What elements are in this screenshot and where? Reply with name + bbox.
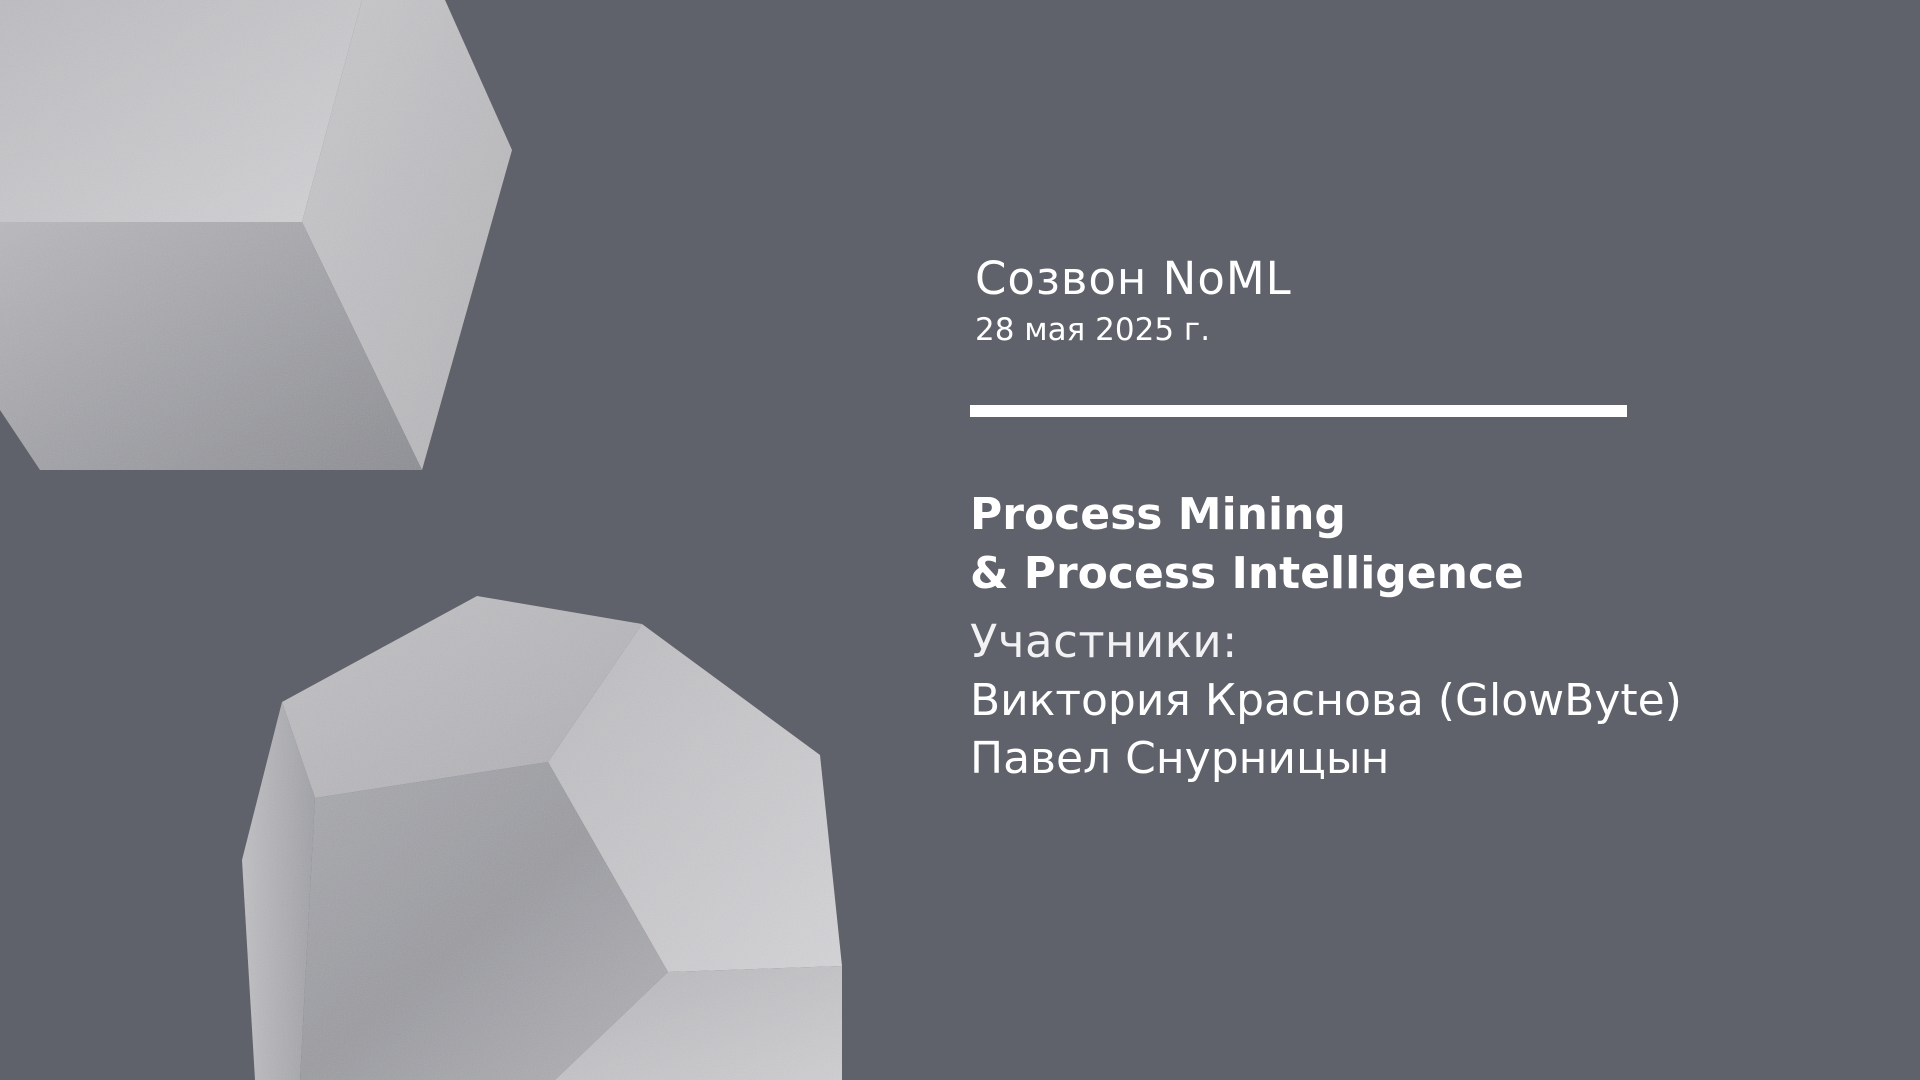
talk-title: Process Mining & Process Intelligence: [970, 485, 1524, 603]
decorative-shapes: [0, 0, 842, 1080]
dodecahedron-shape: [242, 596, 842, 1080]
participants-list: Виктория Краснова (GlowByte) Павел Снурн…: [970, 672, 1682, 788]
talk-title-line: & Process Intelligence: [970, 548, 1524, 599]
event-date: 28 мая 2025 г.: [975, 312, 1211, 348]
cube-shape: [0, 0, 512, 470]
slide: Созвон NoML 28 мая 2025 г. Process Minin…: [0, 0, 1920, 1080]
participants-label: Участники:: [970, 615, 1238, 668]
talk-title-line: Process Mining: [970, 489, 1346, 540]
participant-name: Павел Снурницын: [970, 733, 1390, 784]
divider: [970, 405, 1627, 417]
participant-name: Виктория Краснова (GlowByte): [970, 675, 1682, 726]
event-title: Созвон NoML: [975, 252, 1292, 305]
